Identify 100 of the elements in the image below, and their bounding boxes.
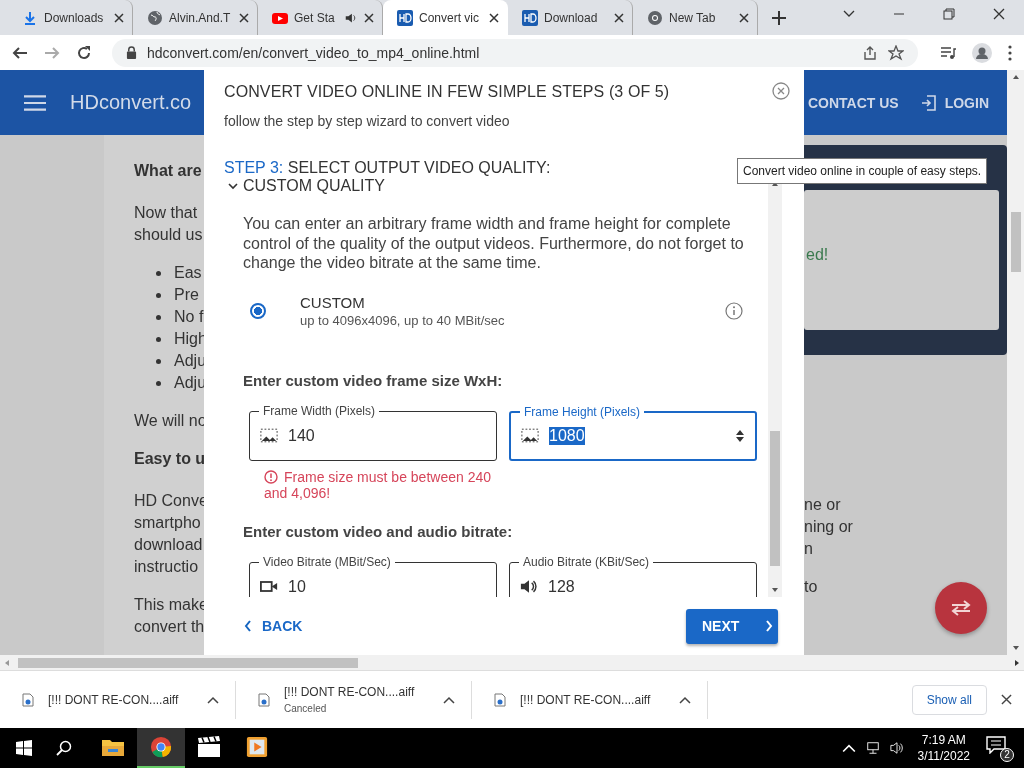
audio-file-icon: [258, 692, 270, 707]
paragraph-text: ning or: [804, 517, 853, 537]
tab-title: Get Sta: [294, 10, 336, 25]
address-bar[interactable]: hdconvert.com/en/convert_video_to_mp4_online.html: [112, 38, 918, 67]
lock-icon: [126, 46, 137, 59]
share-icon[interactable]: [862, 44, 878, 61]
scrollbar[interactable]: [0, 655, 1024, 670]
taskbar-app[interactable]: [137, 728, 185, 768]
hd-logo-icon: [397, 9, 413, 26]
clock-date[interactable]: 3/11/2022: [917, 748, 970, 764]
bullet-icon: [156, 380, 161, 386]
chevron-right-icon: [765, 620, 774, 632]
step-heading: STEP 3: SELECT OUTPUT VIDEO QUALITY:: [224, 158, 551, 177]
tooltip: Convert video online in couple of easy steps.: [737, 158, 988, 184]
download-item[interactable]: [!!! DONT RE-CON....aiff Canceled: [236, 680, 472, 719]
message-icon: [986, 736, 1006, 754]
bullet-icon: [156, 270, 161, 276]
swap-arrows-icon: [950, 600, 972, 616]
search-icon[interactable]: [56, 740, 72, 756]
image-icon: [260, 428, 278, 443]
arrow-up-icon[interactable]: [1011, 74, 1020, 80]
globe-icon: [147, 9, 163, 26]
caret-icon[interactable]: [443, 695, 455, 704]
paragraph-text: What are: [134, 161, 202, 181]
field-label: Video Bitrate (MBit/Sec): [259, 554, 395, 569]
close-icon[interactable]: [1001, 694, 1012, 705]
bullet-icon: [156, 292, 161, 298]
success-message: ed!: [806, 246, 829, 264]
paragraph-text: Now that: [134, 203, 198, 223]
hd-logo-icon: [522, 9, 538, 26]
menu-icon[interactable]: [1008, 44, 1012, 61]
next-button[interactable]: NEXT: [686, 608, 778, 644]
chevron-left-icon: [244, 620, 252, 632]
option-detail: up to 4096x4096, up to 40 MBit/sec: [300, 312, 506, 328]
audio-file-icon: [22, 692, 34, 707]
scrollbar-thumb[interactable]: [1010, 212, 1021, 272]
paragraph-text: instructio: [134, 557, 199, 577]
chevron-icon: [228, 181, 238, 191]
error-icon: [264, 469, 278, 484]
network-icon[interactable]: [865, 741, 880, 755]
close-icon[interactable]: [114, 12, 124, 23]
scrollbar-thumb[interactable]: [770, 431, 780, 566]
field-label: Frame Width (Pixels): [259, 403, 379, 418]
reload-icon[interactable]: [76, 44, 92, 61]
menu-icon[interactable]: [24, 93, 46, 112]
nav-link[interactable]: LOGIN: [920, 94, 989, 111]
download-icon: [22, 9, 38, 26]
paragraph-text: Eas: [174, 263, 202, 283]
audio-file-icon: [494, 692, 506, 707]
profile-icon[interactable]: [972, 42, 992, 63]
download-item[interactable]: [!!! DONT RE-CON....aiff: [472, 680, 708, 719]
arrow-down-icon[interactable]: [771, 587, 779, 593]
caret-icon[interactable]: [207, 695, 219, 704]
show-all-button[interactable]: Show all: [911, 684, 987, 715]
paragraph-text: smartpho: [134, 513, 201, 533]
paragraph-text: Easy to u: [134, 449, 206, 469]
caret-icon[interactable]: [679, 695, 691, 704]
bullet-icon: [156, 314, 161, 320]
tab-title: Alvin.And.T: [169, 10, 232, 25]
radio-button[interactable]: [250, 302, 266, 319]
close-icon[interactable]: [992, 6, 1006, 21]
browser-tab[interactable]: Convert vic: [383, 0, 508, 35]
error-message: Frame size must be between 240 and 4,096!: [264, 468, 492, 501]
info-icon[interactable]: [725, 301, 743, 320]
chrome-icon: [647, 9, 663, 26]
paragraph-text: ne or: [804, 495, 841, 515]
option-title: CUSTOM: [300, 293, 366, 311]
star-icon[interactable]: [888, 44, 904, 61]
dialog-title: CONVERT VIDEO ONLINE IN FEW SIMPLE STEPS (3 OF 5): [224, 83, 671, 101]
paragraph-text: Pre: [174, 285, 199, 305]
bullet-icon: [156, 358, 161, 364]
close-icon[interactable]: [489, 12, 499, 23]
windows-start-icon[interactable]: [16, 740, 32, 756]
close-icon[interactable]: [739, 12, 749, 23]
close-icon[interactable]: [364, 12, 374, 23]
clock-time[interactable]: 7:19 AM: [921, 732, 966, 748]
paragraph-text: convert th: [134, 617, 205, 637]
login-icon: [920, 94, 937, 111]
scrollbar[interactable]: [1007, 70, 1024, 655]
arrow-down-icon[interactable]: [1011, 645, 1020, 651]
download-item[interactable]: [!!! DONT RE-CON....aiff: [0, 680, 236, 719]
arrow-right-icon[interactable]: [1014, 658, 1020, 667]
chrome-icon: [149, 736, 173, 758]
close-icon[interactable]: [614, 12, 624, 23]
close-icon[interactable]: [239, 12, 249, 23]
speaker-icon: [520, 579, 538, 594]
back-arrow-icon[interactable]: [12, 44, 28, 61]
volume-icon[interactable]: [889, 741, 904, 755]
back-button[interactable]: BACK: [242, 614, 305, 638]
new-tab-icon[interactable]: [772, 10, 786, 25]
bullet-icon: [156, 336, 161, 342]
nav-link[interactable]: CONTACT US: [807, 94, 899, 111]
tab-title: Convert vic: [419, 10, 481, 25]
notification-button[interactable]: 2: [986, 736, 1014, 760]
site-logo[interactable]: HDconvert.co: [70, 91, 192, 114]
playlist-icon[interactable]: [940, 44, 956, 61]
convert-button[interactable]: [935, 582, 987, 634]
download-status: Canceled: [284, 703, 328, 714]
scrollbar-thumb[interactable]: [18, 657, 358, 668]
restore-icon[interactable]: [942, 6, 956, 21]
